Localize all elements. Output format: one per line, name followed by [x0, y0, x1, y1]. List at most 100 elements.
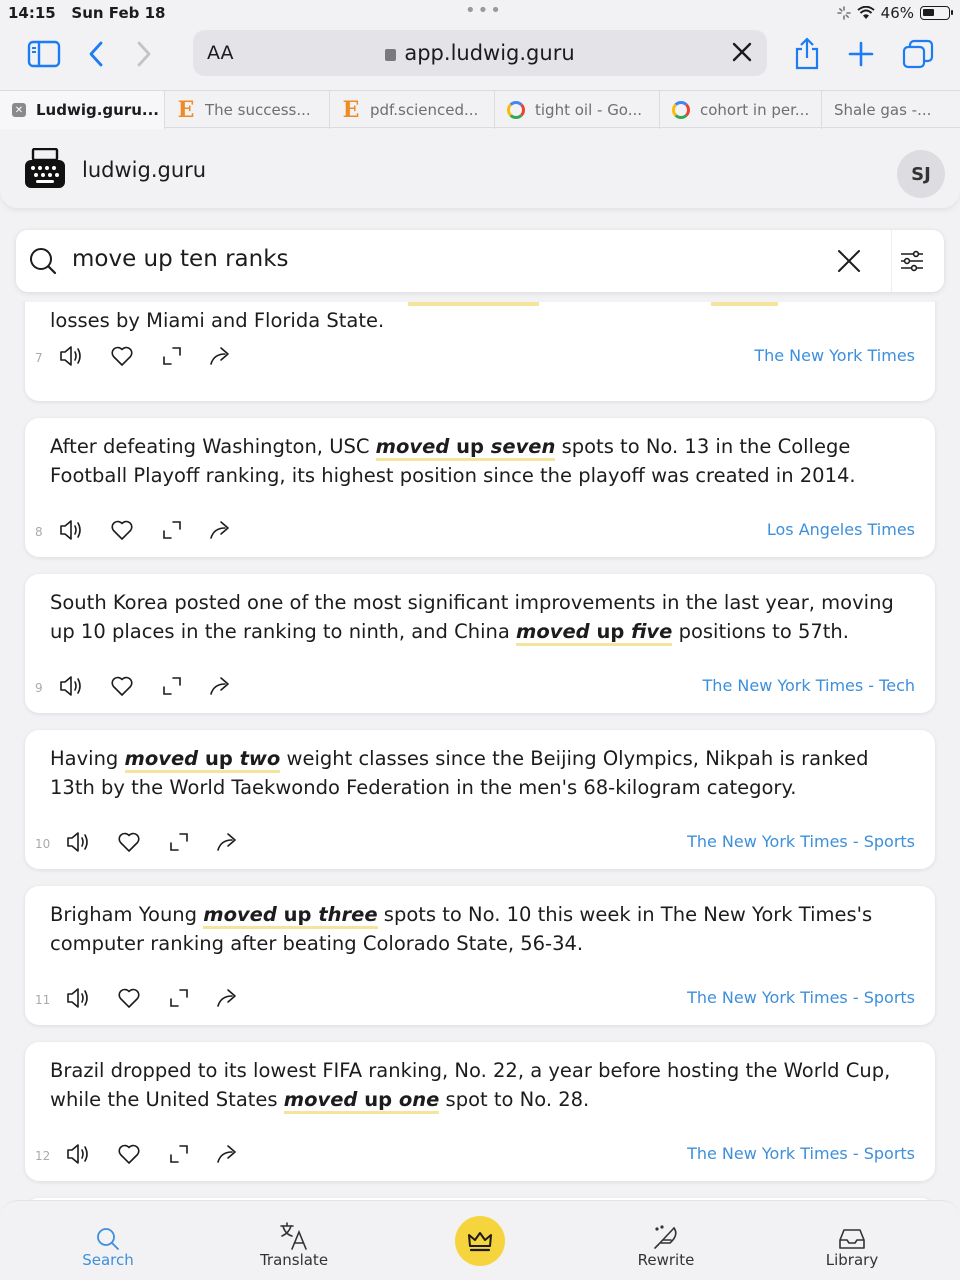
speaker-icon[interactable]	[58, 516, 86, 544]
result-number: 10	[35, 837, 51, 851]
tab-title: pdf.scienced...	[370, 101, 479, 119]
sentence-text: Brigham Young	[50, 903, 204, 926]
result-card[interactable]: South Korea posted one of the most signi…	[25, 574, 935, 713]
close-icon[interactable]	[729, 39, 755, 69]
share-arrow-icon[interactable]	[208, 516, 236, 544]
result-card[interactable]: Brigham Young moved up three spots to No…	[25, 886, 935, 1025]
heart-icon[interactable]	[108, 672, 136, 700]
sidebar-toggle-icon[interactable]	[24, 34, 64, 74]
feather-pen-icon	[654, 1225, 677, 1249]
elsevier-icon: E	[177, 97, 195, 123]
result-actions	[58, 672, 236, 700]
expand-icon[interactable]	[158, 672, 186, 700]
example-sentence: Brazil dropped to its lowest FIFA rankin…	[50, 1056, 905, 1114]
share-arrow-icon[interactable]	[215, 828, 243, 856]
browser-toolbar: AA app.ludwig.guru	[0, 26, 960, 84]
tab-bar: ✕ Ludwig.guru... E The success... E pdf.…	[0, 90, 960, 129]
heart-icon[interactable]	[115, 828, 143, 856]
status-time: 14:15 Sun Feb 18	[8, 4, 166, 22]
tab-shale[interactable]: Shale gas -...	[822, 91, 960, 129]
result-card[interactable]: losses by Miami and Florida State. 7 The N…	[25, 302, 935, 401]
source-link[interactable]: The New York Times - Sports	[687, 832, 915, 851]
url-text: app.ludwig.guru	[404, 41, 575, 65]
speaker-icon[interactable]	[58, 342, 86, 370]
avatar[interactable]: SJ	[897, 150, 945, 198]
nav-rewrite[interactable]: Rewrite	[606, 1221, 726, 1269]
sentence-text: Having	[50, 747, 125, 770]
multitasking-dots[interactable]: •••	[465, 0, 503, 21]
new-tab-icon[interactable]	[841, 34, 881, 74]
sentence-text: losses by Miami and Florida State.	[50, 309, 385, 332]
highlight-underline	[711, 302, 778, 306]
nav-label: Library	[825, 1251, 879, 1269]
result-card[interactable]: Brazil dropped to its lowest FIFA rankin…	[25, 1042, 935, 1181]
premium-crown-button[interactable]	[455, 1216, 505, 1266]
search-bar: move up ten ranks	[16, 230, 944, 292]
result-card[interactable]: After defeating Washington, USC moved up…	[25, 418, 935, 557]
result-card[interactable]: Having moved up two weight classes since…	[25, 730, 935, 869]
crown-icon	[468, 1232, 492, 1252]
share-arrow-icon[interactable]	[215, 984, 243, 1012]
speaker-icon[interactable]	[65, 828, 93, 856]
tab-ludwig[interactable]: ✕ Ludwig.guru...	[0, 91, 165, 129]
example-sentence: Having moved up two weight classes since…	[50, 744, 905, 802]
brand-name[interactable]: ludwig.guru	[82, 158, 206, 182]
highlighted-match: moved up five	[516, 620, 673, 646]
filter-sliders-icon[interactable]	[898, 247, 926, 279]
heart-icon[interactable]	[108, 342, 136, 370]
tab-google-2[interactable]: cohort in per...	[660, 91, 822, 129]
tab-elsevier-2[interactable]: E pdf.scienced...	[330, 91, 495, 129]
search-icon	[28, 246, 58, 280]
expand-icon[interactable]	[158, 342, 186, 370]
bottom-nav: Search Translate Rewrite Library	[0, 1200, 960, 1280]
match-word: up	[456, 435, 484, 458]
nav-translate[interactable]: Translate	[234, 1221, 354, 1269]
result-actions	[65, 1140, 243, 1168]
expand-icon[interactable]	[165, 828, 193, 856]
close-tab-icon[interactable]: ✕	[12, 103, 26, 117]
inbox-tray-icon	[839, 1229, 865, 1249]
share-arrow-icon[interactable]	[215, 1140, 243, 1168]
tab-title: Shale gas -...	[834, 101, 932, 119]
match-word: one	[398, 1088, 440, 1111]
example-sentence: South Korea posted one of the most signi…	[50, 588, 905, 646]
address-bar[interactable]: AA app.ludwig.guru	[193, 30, 767, 76]
speaker-icon[interactable]	[58, 672, 86, 700]
match-word: up	[283, 903, 312, 926]
source-link[interactable]: The New York Times	[754, 346, 915, 365]
source-link[interactable]: Los Angeles Times	[767, 520, 915, 539]
sentence-text: After defeating Washington, USC	[50, 435, 376, 458]
expand-icon[interactable]	[165, 984, 193, 1012]
nav-label: Translate	[259, 1251, 329, 1269]
share-arrow-icon[interactable]	[208, 342, 236, 370]
match-word: up	[364, 1088, 393, 1111]
source-link[interactable]: The New York Times - Tech	[703, 676, 915, 695]
source-link[interactable]: The New York Times - Sports	[687, 988, 915, 1007]
elsevier-icon: E	[342, 97, 360, 123]
nav-library[interactable]: Library	[792, 1221, 912, 1269]
translate-icon	[280, 1222, 307, 1250]
result-actions	[65, 828, 243, 856]
forward-icon[interactable]	[124, 34, 164, 74]
heart-icon[interactable]	[115, 984, 143, 1012]
search-input[interactable]: move up ten ranks	[72, 246, 289, 272]
loading-icon	[836, 6, 851, 20]
back-icon[interactable]	[76, 34, 116, 74]
share-arrow-icon[interactable]	[208, 672, 236, 700]
expand-icon[interactable]	[165, 1140, 193, 1168]
tab-elsevier-1[interactable]: E The success...	[165, 91, 330, 129]
heart-icon[interactable]	[115, 1140, 143, 1168]
typewriter-logo-icon[interactable]	[24, 147, 66, 194]
match-word: moved	[375, 435, 450, 458]
speaker-icon[interactable]	[65, 984, 93, 1012]
share-icon[interactable]	[787, 34, 827, 74]
clear-search-icon[interactable]	[834, 246, 864, 280]
speaker-icon[interactable]	[65, 1140, 93, 1168]
result-number: 8	[35, 525, 43, 539]
nav-search[interactable]: Search	[48, 1221, 168, 1269]
tab-google-1[interactable]: tight oil - Go...	[495, 91, 660, 129]
expand-icon[interactable]	[158, 516, 186, 544]
heart-icon[interactable]	[108, 516, 136, 544]
source-link[interactable]: The New York Times - Sports	[687, 1144, 915, 1163]
tab-overview-icon[interactable]	[898, 34, 938, 74]
